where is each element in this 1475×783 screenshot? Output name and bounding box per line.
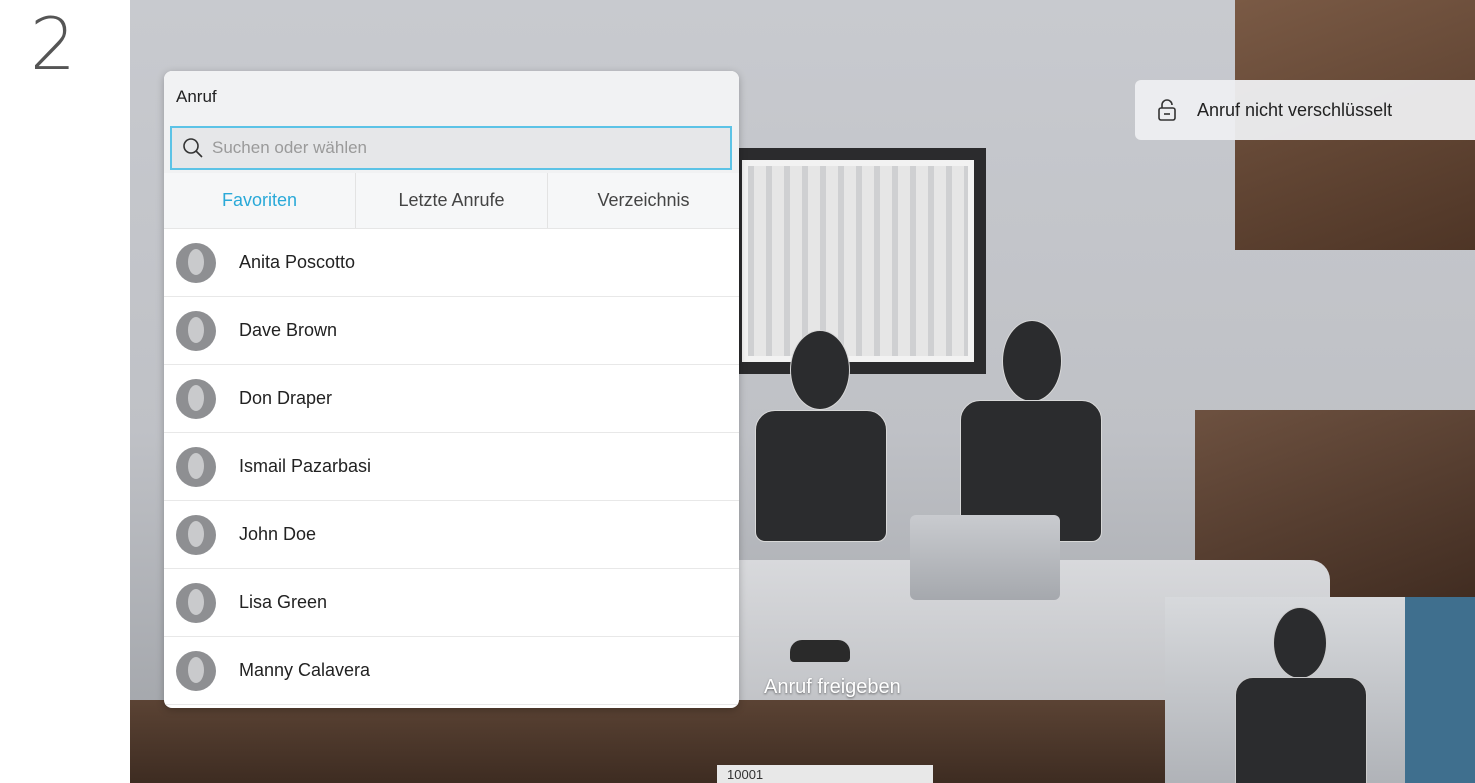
pip-person-head — [1273, 607, 1327, 679]
call-tabs: Favoriten Letzte Anrufe Verzeichnis — [164, 173, 739, 229]
contact-list: Anita Poscotto Dave Brown Don Draper Ism… — [164, 229, 739, 705]
call-panel: Anruf Favoriten Letzte Anrufe Verzeichni… — [164, 71, 739, 708]
tab-favorites[interactable]: Favoriten — [164, 173, 356, 228]
share-call-label[interactable]: Anruf freigeben — [764, 676, 901, 699]
picture-mat — [742, 160, 974, 362]
search-icon — [182, 137, 204, 159]
list-item[interactable]: Manny Calavera — [164, 637, 739, 705]
contact-name: John Doe — [239, 524, 317, 544]
list-item[interactable]: Ismail Pazarbasi — [164, 433, 739, 501]
person-icon — [188, 656, 204, 683]
contact-name: Ismail Pazarbasi — [239, 456, 372, 476]
list-item[interactable]: John Doe — [164, 501, 739, 569]
person-icon — [188, 520, 204, 547]
tab-directory[interactable]: Verzeichnis — [548, 173, 739, 228]
call-panel-header: Anruf — [164, 71, 739, 173]
list-item[interactable]: Don Draper — [164, 365, 739, 433]
encryption-label: Anruf nicht verschlüsselt — [1197, 99, 1393, 120]
avatar — [176, 446, 216, 487]
list-item[interactable]: Lisa Green — [164, 569, 739, 637]
person-icon — [188, 384, 204, 411]
self-view-pip[interactable] — [1165, 597, 1475, 783]
search-box[interactable] — [170, 126, 732, 170]
contact-name: Lisa Green — [239, 592, 328, 612]
pip-wall-panel — [1405, 597, 1475, 783]
avatar — [176, 514, 216, 555]
search-input[interactable] — [210, 137, 714, 159]
person-icon — [188, 452, 204, 479]
pip-person — [1235, 677, 1367, 783]
laptop — [910, 515, 1060, 600]
person-icon — [188, 588, 204, 615]
call-panel-title: Anruf — [176, 87, 217, 106]
picture-art — [748, 166, 968, 356]
encryption-status: Anruf nicht verschlüsselt — [1135, 80, 1475, 140]
contact-name: Dave Brown — [239, 320, 338, 340]
contact-name: Don Draper — [239, 388, 333, 408]
tab-recent-calls[interactable]: Letzte Anrufe — [356, 173, 548, 228]
step-number: 2 — [30, 2, 76, 86]
avatar — [176, 242, 216, 283]
person-icon — [188, 316, 204, 343]
list-item[interactable]: Anita Poscotto — [164, 229, 739, 297]
contact-name: Manny Calavera — [239, 660, 371, 680]
avatar — [176, 582, 216, 623]
person-icon — [188, 248, 204, 275]
table-microphone — [790, 640, 850, 662]
wall-picture — [730, 148, 986, 374]
avatar — [176, 310, 216, 351]
participant-left — [755, 410, 887, 542]
list-item[interactable]: Dave Brown — [164, 297, 739, 365]
contact-name: Anita Poscotto — [239, 252, 356, 272]
avatar — [176, 650, 216, 691]
participant-right-head — [1002, 320, 1062, 402]
avatar — [176, 378, 216, 419]
number-display: 10001 — [717, 765, 933, 783]
participant-left-head — [790, 330, 850, 410]
unlocked-icon — [1157, 98, 1177, 122]
